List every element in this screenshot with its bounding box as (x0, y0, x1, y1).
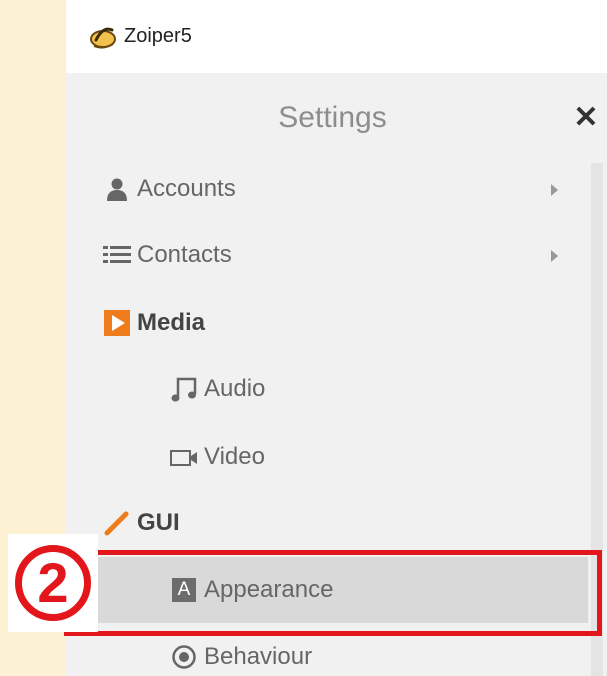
zoiper-window: Zoiper5 Settings ✕ Accounts Contacts Med… (66, 0, 607, 676)
letter-a-icon: A (170, 576, 198, 604)
play-icon (103, 309, 131, 337)
scrollbar[interactable] (591, 163, 603, 676)
expand-arrow-icon (551, 250, 558, 262)
menu-group-label: GUI (137, 509, 180, 536)
title-bar: Zoiper5 (66, 0, 607, 73)
menu-item-audio[interactable]: Audio (66, 356, 588, 422)
menu-item-label: Audio (204, 375, 266, 402)
letter-a-glyph: A (172, 578, 196, 602)
menu-item-label: Behaviour (204, 643, 313, 670)
settings-header: Settings ✕ (66, 73, 607, 163)
menu-item-label: Accounts (137, 175, 236, 202)
menu-item-accounts[interactable]: Accounts (66, 156, 588, 222)
menu-item-appearance[interactable]: A Appearance (66, 557, 588, 623)
menu-item-video[interactable]: Video (66, 424, 588, 490)
settings-title: Settings (278, 101, 387, 134)
music-note-icon (170, 375, 198, 403)
close-icon[interactable]: ✕ (571, 103, 601, 133)
zoiper-logo-icon (90, 27, 116, 49)
menu-group-label: Media (137, 309, 206, 336)
menu-item-label: Video (204, 443, 265, 470)
radio-icon (170, 643, 198, 671)
app-title: Zoiper5 (124, 25, 192, 47)
menu-item-label: Contacts (137, 241, 232, 268)
expand-arrow-icon (551, 184, 558, 196)
menu-item-contacts[interactable]: Contacts (66, 222, 588, 288)
video-camera-icon (170, 443, 198, 471)
menu-item-label: Appearance (204, 576, 334, 603)
menu-group-media[interactable]: Media (66, 290, 588, 356)
step-badge: 2 (8, 534, 98, 632)
menu-group-gui[interactable]: GUI (66, 490, 588, 556)
menu-item-behaviour[interactable]: Behaviour (66, 624, 588, 676)
list-icon (103, 241, 131, 269)
person-icon (103, 175, 131, 203)
step-number: 2 (15, 545, 91, 621)
pencil-icon (103, 509, 131, 537)
